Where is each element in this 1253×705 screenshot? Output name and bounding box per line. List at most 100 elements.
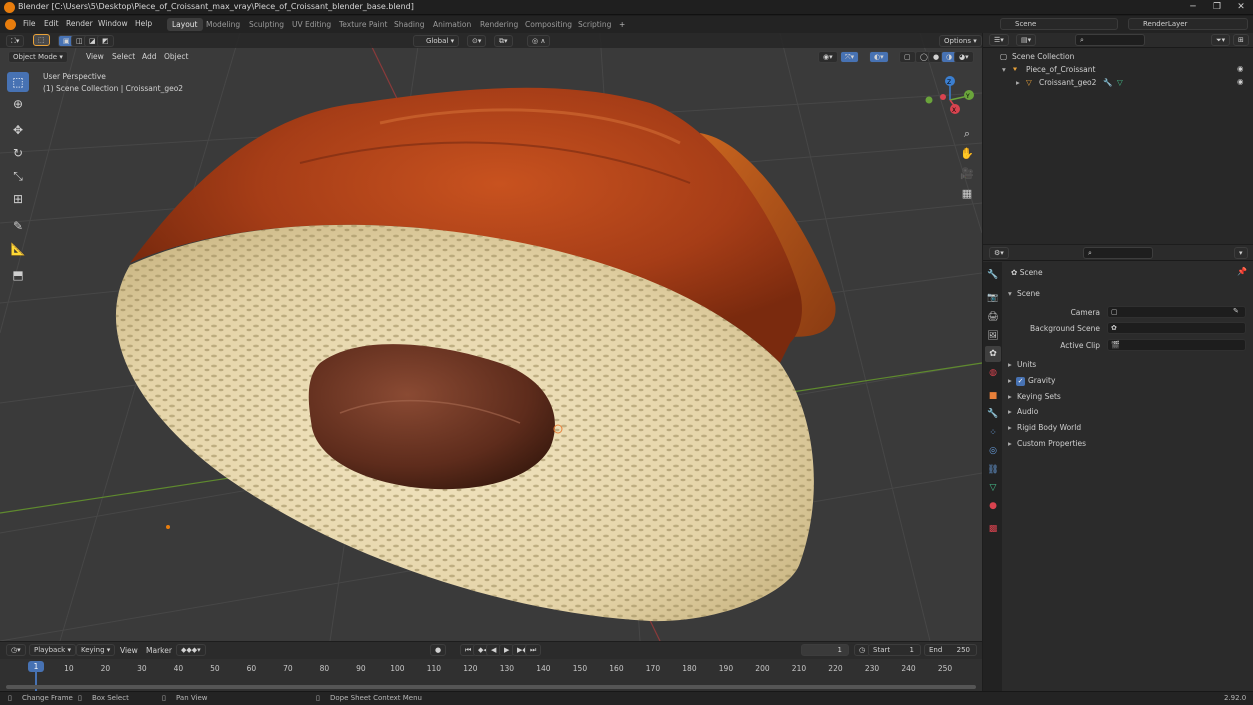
keying-menu[interactable]: Keying ▾ xyxy=(76,644,116,656)
material-tab-icon[interactable]: ● xyxy=(985,498,1001,514)
tab-modeling[interactable]: Modeling xyxy=(201,18,245,31)
playhead-indicator[interactable]: 1 xyxy=(28,661,44,672)
view-layer-tab-icon[interactable]: 🖼 xyxy=(985,328,1001,344)
particles-tab-icon[interactable]: ⁘ xyxy=(985,425,1001,441)
render-tab-icon[interactable]: 📷 xyxy=(985,290,1001,306)
world-tab-icon[interactable]: ◍ xyxy=(985,365,1001,381)
timeline-scrollbar[interactable] xyxy=(6,685,976,689)
3d-viewport[interactable]: Z Y X xyxy=(0,33,982,641)
outliner-display-mode-icon[interactable]: ▤▾ xyxy=(1016,34,1037,46)
menu-edit[interactable]: Edit xyxy=(44,19,59,28)
new-collection-icon[interactable]: ⊞ xyxy=(1233,34,1249,46)
record-button[interactable]: ● xyxy=(430,644,447,656)
tab-uv-editing[interactable]: UV Editing xyxy=(287,18,336,31)
menu-add[interactable]: Add xyxy=(142,52,157,61)
gravity-panel-header[interactable]: ▸ ✓ Gravity xyxy=(1005,375,1249,389)
pivot-point-icon[interactable]: ⊙▾ xyxy=(467,35,487,47)
menu-object[interactable]: Object xyxy=(164,52,188,61)
tab-sculpting[interactable]: Sculpting xyxy=(244,18,289,31)
texture-tab-icon[interactable]: ▩ xyxy=(985,521,1001,537)
camera-view-icon[interactable]: 🎥 xyxy=(957,165,977,183)
custom-properties-panel-header[interactable]: ▸ Custom Properties xyxy=(1005,438,1249,452)
transform-tool-icon[interactable]: ⊞ xyxy=(7,189,29,209)
menu-view[interactable]: View xyxy=(86,52,104,61)
tab-texture-paint[interactable]: Texture Paint xyxy=(334,18,392,31)
select-box-tool-icon[interactable]: ⬚ xyxy=(7,72,29,92)
menu-select[interactable]: Select xyxy=(112,52,135,61)
marker-menu[interactable]: Marker xyxy=(146,646,172,655)
properties-editor-type-icon[interactable]: ⚙▾ xyxy=(989,247,1009,259)
keyframe-icons[interactable]: ◆◆◆▾ xyxy=(176,644,206,656)
expand-arrow-icon[interactable]: ▾ xyxy=(1002,65,1006,74)
filter-icon[interactable]: ⏷▾ xyxy=(1211,34,1231,46)
gizmo-toggle-icon[interactable]: ⤧▾ xyxy=(840,51,860,63)
background-scene-field[interactable]: ✿ xyxy=(1107,322,1246,334)
properties-search-input[interactable]: ⌕ xyxy=(1083,247,1153,259)
add-workspace-button[interactable]: + xyxy=(614,18,630,31)
object-mode-dropdown[interactable]: Object Mode ▾ xyxy=(8,51,68,63)
properties-options-icon[interactable]: ▾ xyxy=(1234,247,1248,259)
tool-tab-icon[interactable]: 🔧 xyxy=(985,267,1001,283)
tab-scripting[interactable]: Scripting xyxy=(573,18,616,31)
collapse-arrow-icon[interactable]: ▸ xyxy=(1016,78,1020,87)
rigid-body-world-panel-header[interactable]: ▸ Rigid Body World xyxy=(1005,422,1249,436)
select-mode-invert-button[interactable]: ◩ xyxy=(97,35,114,47)
camera-field[interactable]: ▢ ✎ xyxy=(1107,306,1246,318)
select-tool-button[interactable]: ⬚ xyxy=(33,34,50,46)
menu-window[interactable]: Window xyxy=(98,19,128,28)
physics-tab-icon[interactable]: ◎ xyxy=(985,443,1001,459)
output-tab-icon[interactable]: 🖨 xyxy=(985,309,1001,325)
eyedropper-icon[interactable]: ✎ xyxy=(1233,307,1239,315)
options-dropdown[interactable]: Options ▾ xyxy=(939,35,982,47)
data-tab-icon[interactable]: ▽ xyxy=(985,480,1001,496)
jump-end-button[interactable]: ⏭ xyxy=(525,644,542,656)
timeline-editor-type-icon[interactable]: ◷▾ xyxy=(6,644,26,656)
move-tool-icon[interactable]: ✥ xyxy=(7,120,29,140)
object-visibility-eye-icon[interactable]: ◉ xyxy=(1237,77,1244,86)
xray-toggle-icon[interactable]: ▢ xyxy=(899,51,916,63)
transform-orientation-dropdown[interactable]: Global ▾ xyxy=(413,35,460,47)
snap-icon[interactable]: ⧉▾ xyxy=(494,35,513,47)
outliner-search-input[interactable]: ⌕ xyxy=(1075,34,1145,46)
overlay-toggle-icon[interactable]: ◐▾ xyxy=(869,51,889,63)
annotate-tool-icon[interactable]: ✎ xyxy=(7,216,29,236)
tab-layout[interactable]: Layout xyxy=(167,18,203,31)
pin-icon[interactable]: 📌 xyxy=(1237,267,1247,276)
scene-tab-icon[interactable]: ✿ xyxy=(985,346,1001,362)
editor-type-button[interactable]: ⛶▾ xyxy=(6,35,25,47)
end-frame-field[interactable]: End 250 xyxy=(924,644,977,656)
scale-tool-icon[interactable]: ⤡ xyxy=(7,166,29,186)
menu-file[interactable]: File xyxy=(23,19,36,28)
scene-panel-header[interactable]: ▾ Scene xyxy=(1005,288,1249,302)
start-frame-field[interactable]: Start 1 xyxy=(868,644,921,656)
rendered-shading-icon[interactable]: ◕▾ xyxy=(954,51,974,63)
close-button[interactable]: ✕ xyxy=(1229,0,1253,15)
modifiers-tab-icon[interactable]: 🔧 xyxy=(985,406,1001,422)
timeline-view-menu[interactable]: View xyxy=(120,646,138,655)
menu-help[interactable]: Help xyxy=(135,19,152,28)
rotate-tool-icon[interactable]: ↻ xyxy=(7,143,29,163)
audio-panel-header[interactable]: ▸ Audio xyxy=(1005,406,1249,420)
proportional-edit-icon[interactable]: ◎ ∧ xyxy=(527,35,551,47)
measure-tool-icon[interactable]: 📐 xyxy=(7,239,29,259)
menu-render[interactable]: Render xyxy=(66,19,93,28)
visibility-eye-icon[interactable]: ◉▾ xyxy=(818,51,838,63)
tab-compositing[interactable]: Compositing xyxy=(520,18,577,31)
light-icon[interactable] xyxy=(166,525,170,529)
zoom-icon[interactable]: ⌕ xyxy=(957,125,977,143)
outliner-editor-type-icon[interactable]: ☰▾ xyxy=(989,34,1009,46)
render-layer-selector[interactable]: RenderLayer xyxy=(1128,18,1248,30)
croissant-model[interactable] xyxy=(115,87,836,622)
blender-menu-icon[interactable] xyxy=(5,19,16,30)
constraints-tab-icon[interactable]: ⛓ xyxy=(985,462,1001,478)
units-panel-header[interactable]: ▸ Units xyxy=(1005,359,1249,373)
playback-menu[interactable]: Playback ▾ xyxy=(29,644,76,656)
maximize-button[interactable]: ❐ xyxy=(1205,0,1229,15)
outliner-row-scene-collection[interactable]: ▢ Scene Collection xyxy=(983,51,1253,64)
collection-visibility-eye-icon[interactable]: ◉ xyxy=(1237,64,1244,73)
tab-shading[interactable]: Shading xyxy=(389,18,429,31)
cursor-tool-icon[interactable]: ⊕ xyxy=(7,94,29,114)
scene-selector[interactable]: Scene xyxy=(1000,18,1118,30)
outliner-row-collection[interactable]: ▾ ⯆ Piece_of_Croissant ◉ xyxy=(983,64,1253,77)
minimize-button[interactable]: ─ xyxy=(1181,0,1205,15)
